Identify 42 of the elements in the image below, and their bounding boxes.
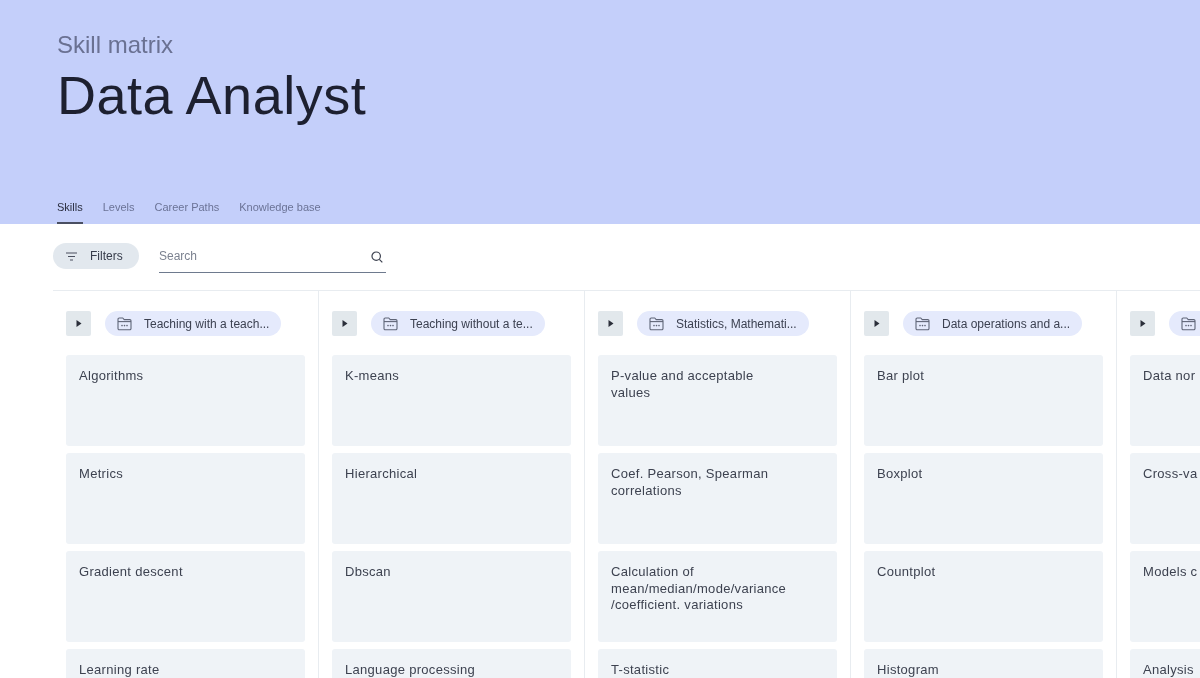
expand-button[interactable] — [598, 311, 623, 336]
filters-button[interactable]: Filters — [53, 243, 139, 269]
skill-card[interactable]: Hierarchical — [332, 453, 571, 544]
skill-card[interactable]: Models c — [1130, 551, 1200, 642]
skill-card[interactable]: P-value and acceptable values — [598, 355, 837, 446]
category-chip[interactable]: Statistics, Mathemati... — [637, 311, 809, 336]
skill-card[interactable]: K-means — [332, 355, 571, 446]
skill-card[interactable]: Metrics — [66, 453, 305, 544]
folder-icon — [117, 316, 132, 331]
skill-card[interactable]: Countplot — [864, 551, 1103, 642]
skill-card[interactable]: Gradient descent — [66, 551, 305, 642]
folder-icon — [649, 316, 664, 331]
page-subtitle: Skill matrix — [57, 30, 173, 60]
skill-card[interactable]: Boxplot — [864, 453, 1103, 544]
skill-card[interactable]: Analysis — [1130, 649, 1200, 678]
skill-card[interactable]: Bar plot — [864, 355, 1103, 446]
skill-card[interactable]: Dbscan — [332, 551, 571, 642]
folder-icon — [915, 316, 930, 331]
category-chip[interactable]: Teaching without a te... — [371, 311, 545, 336]
search-field[interactable]: Search — [159, 246, 386, 273]
filter-icon — [66, 251, 77, 261]
skill-card[interactable]: Histogram — [864, 649, 1103, 678]
expand-button[interactable] — [864, 311, 889, 336]
expand-button[interactable] — [66, 311, 91, 336]
skill-card[interactable]: Algorithms — [66, 355, 305, 446]
skill-card[interactable]: Data nor — [1130, 355, 1200, 446]
page-title: Data Analyst — [57, 65, 367, 125]
search-icon — [371, 251, 383, 263]
tab[interactable]: Skills — [57, 200, 83, 224]
skill-card[interactable]: Coef. Pearson, Spearman correlations — [598, 453, 837, 544]
folder-icon — [1181, 316, 1196, 331]
category-chip[interactable]: Teaching with a teach... — [105, 311, 282, 336]
skill-card[interactable]: Learning rate — [66, 649, 305, 678]
category-chip[interactable]: Data operations and a... — [903, 311, 1083, 336]
skill-card[interactable]: Calculation of mean/median/mode/variance /coefficient. variations — [598, 551, 837, 642]
expand-button[interactable] — [1130, 311, 1155, 336]
skill-card[interactable]: Cross-va — [1130, 453, 1200, 544]
skill-card[interactable]: T-statistic — [598, 649, 837, 678]
expand-button[interactable] — [332, 311, 357, 336]
folder-icon — [383, 316, 398, 331]
skill-card[interactable]: Language processing — [332, 649, 571, 678]
category-chip[interactable] — [1169, 311, 1200, 336]
